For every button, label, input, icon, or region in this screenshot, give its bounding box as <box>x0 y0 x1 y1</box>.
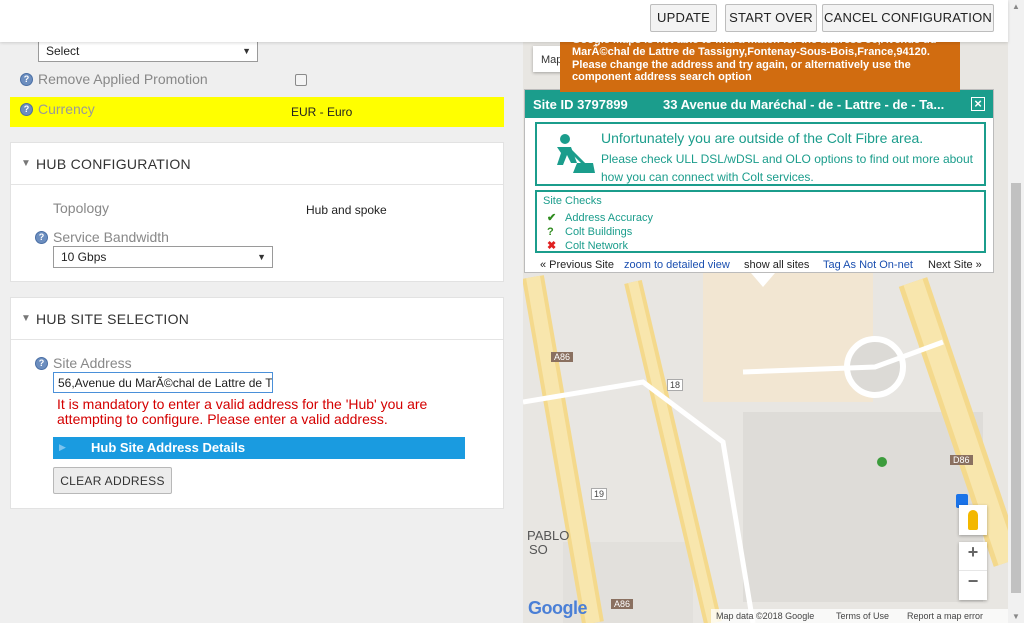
banner-line: component address search option <box>572 71 752 84</box>
terms-of-use-link[interactable]: Terms of Use <box>836 611 889 621</box>
construction-worker-icon <box>557 134 595 173</box>
collapse-triangle-icon: ▼ <box>21 158 31 169</box>
map-building <box>703 272 873 402</box>
coverage-body-line: how you can connect with Colt services. <box>601 170 814 184</box>
zoom-controls: + − <box>959 542 987 600</box>
map-data-label: Map data ©2018 Google <box>716 611 815 621</box>
scroll-down-icon[interactable]: ▼ <box>1008 612 1024 621</box>
google-logo: Google <box>528 598 588 618</box>
previous-site-link[interactable]: « Previous Site <box>540 259 614 271</box>
cross-icon: ✖ <box>547 240 557 252</box>
chevron-down-icon: ▼ <box>257 252 266 262</box>
site-check-item: ? Colt Buildings <box>547 225 653 239</box>
map-building <box>743 412 983 602</box>
site-check-item: ✔ Address Accuracy <box>547 211 653 225</box>
banner-line: Please change the address and try again,… <box>572 58 911 71</box>
report-map-error-link[interactable]: Report a map error <box>907 611 983 621</box>
road-label-a86: A86 <box>611 599 634 609</box>
currency-label: Currency <box>38 101 95 117</box>
zoom-out-button[interactable]: − <box>959 571 987 599</box>
street-view-pegman-icon[interactable] <box>959 505 987 535</box>
map-place-label-line: SO <box>529 542 548 557</box>
hub-configuration-title: HUB CONFIGURATION <box>36 156 191 172</box>
coverage-headline: Unfortunately you are outside of the Col… <box>601 130 924 146</box>
map-place-label: PABLO SO <box>527 529 569 557</box>
chevron-down-icon: ▼ <box>242 46 251 56</box>
close-icon[interactable]: × <box>971 97 985 111</box>
show-all-sites-link[interactable]: show all sites <box>744 259 809 271</box>
help-icon[interactable]: ? <box>20 103 33 116</box>
top-toolbar: UPDATE START OVER CANCEL CONFIGURATION <box>0 0 1008 42</box>
hub-site-selection-header[interactable]: ▼ HUB SITE SELECTION <box>11 298 503 340</box>
collapse-triangle-icon: ▼ <box>21 313 31 324</box>
zoom-in-button[interactable]: + <box>959 542 987 571</box>
site-address-input[interactable] <box>53 372 273 393</box>
road-label-18: 18 <box>667 379 684 391</box>
service-bandwidth-value: 10 Gbps <box>61 250 107 264</box>
zoom-detailed-view-link[interactable]: zoom to detailed view <box>624 259 730 271</box>
coverage-message-box: Unfortunately you are outside of the Col… <box>535 122 986 186</box>
site-check-item: ✖ Colt Network <box>547 239 653 253</box>
promotion-select-value: Select <box>46 44 80 58</box>
site-checks-title: Site Checks <box>543 195 602 207</box>
hub-site-selection-panel: ▼ HUB SITE SELECTION ? Site Address It i… <box>10 297 504 509</box>
coverage-body-line: Please check ULL DSL/wDSL and OLO option… <box>601 152 973 166</box>
topology-label: Topology <box>53 200 110 216</box>
help-icon[interactable]: ? <box>35 357 48 370</box>
check-icon: ✔ <box>547 212 557 224</box>
next-site-link[interactable]: Next Site » <box>928 259 982 271</box>
map-attribution: Map data ©2018 Google Terms of Use Repor… <box>711 609 1008 623</box>
service-bandwidth-label: Service Bandwidth <box>53 229 169 245</box>
service-bandwidth-select[interactable]: 10 Gbps ▼ <box>53 246 273 268</box>
hub-site-address-details-bar[interactable]: ▶ Hub Site Address Details <box>53 437 465 459</box>
scrollbar-thumb[interactable] <box>1011 183 1021 593</box>
update-button[interactable]: UPDATE <box>650 4 717 32</box>
site-info-header: Site ID 3797899 33 Avenue du Maréchal - … <box>525 90 993 118</box>
hub-site-address-details-label: Hub Site Address Details <box>91 440 246 455</box>
hub-configuration-header[interactable]: ▼ HUB CONFIGURATION <box>11 143 503 185</box>
start-over-button[interactable]: START OVER <box>725 4 817 32</box>
configuration-form: Select ▼ ? Remove Applied Promotion ? Cu… <box>0 42 515 623</box>
remove-promotion-label: Remove Applied Promotion <box>38 71 208 87</box>
popup-pointer <box>751 273 775 287</box>
topology-value: Hub and spoke <box>306 203 387 217</box>
site-check-label: Address Accuracy <box>565 212 654 224</box>
expand-triangle-icon: ▶ <box>59 442 66 452</box>
site-id-label: Site ID 3797899 <box>533 97 628 112</box>
coverage-body: Please check ULL DSL/wDSL and OLO option… <box>601 150 973 186</box>
hub-site-selection-title: HUB SITE SELECTION <box>36 311 190 327</box>
cancel-configuration-button[interactable]: CANCEL CONFIGURATION <box>822 4 994 32</box>
address-error-line: It is mandatory to enter a valid address… <box>57 396 428 412</box>
help-icon[interactable]: ? <box>35 231 48 244</box>
map-place-label-line: PABLO <box>527 528 570 543</box>
road-label-19: 19 <box>591 488 608 500</box>
clear-address-button[interactable]: CLEAR ADDRESS <box>53 467 172 494</box>
question-icon: ? <box>547 226 554 238</box>
tag-not-on-net-link[interactable]: Tag As Not On-net <box>823 259 913 271</box>
scroll-up-icon[interactable]: ▲ <box>1008 2 1024 11</box>
site-address-label: Site Address <box>53 355 132 371</box>
currency-row: ? Currency EUR - Euro <box>10 97 504 127</box>
site-check-label: Colt Network <box>565 240 628 252</box>
road-label-d86: D86 <box>950 455 973 465</box>
hub-configuration-panel: ▼ HUB CONFIGURATION Topology Hub and spo… <box>10 142 504 282</box>
address-error-message: It is mandatory to enter a valid address… <box>57 397 427 427</box>
promotion-select[interactable]: Select ▼ <box>38 42 258 62</box>
banner-line: MarÃ©chal de Lattre de Tassigny,Fontenay… <box>572 46 930 59</box>
help-icon[interactable]: ? <box>20 73 33 86</box>
site-address-title: 33 Avenue du Maréchal - de - Lattre - de… <box>663 97 945 112</box>
site-checks-box: Site Checks ✔ Address Accuracy ? Colt Buil… <box>535 190 986 253</box>
site-info-popup: Site ID 3797899 33 Avenue du Maréchal - … <box>524 89 994 287</box>
remove-promotion-checkbox[interactable] <box>295 74 307 86</box>
address-error-line: attempting to configure. Please enter a … <box>57 411 388 427</box>
road-label-a86: A86 <box>551 352 574 362</box>
site-checks-list: ✔ Address Accuracy ? Colt Buildings ✖ Colt … <box>547 211 653 253</box>
currency-value: EUR - Euro <box>291 105 353 119</box>
page-scrollbar[interactable]: ▲ ▼ <box>1008 0 1024 623</box>
site-check-label: Colt Buildings <box>565 226 633 238</box>
map-location-marker <box>877 457 887 467</box>
